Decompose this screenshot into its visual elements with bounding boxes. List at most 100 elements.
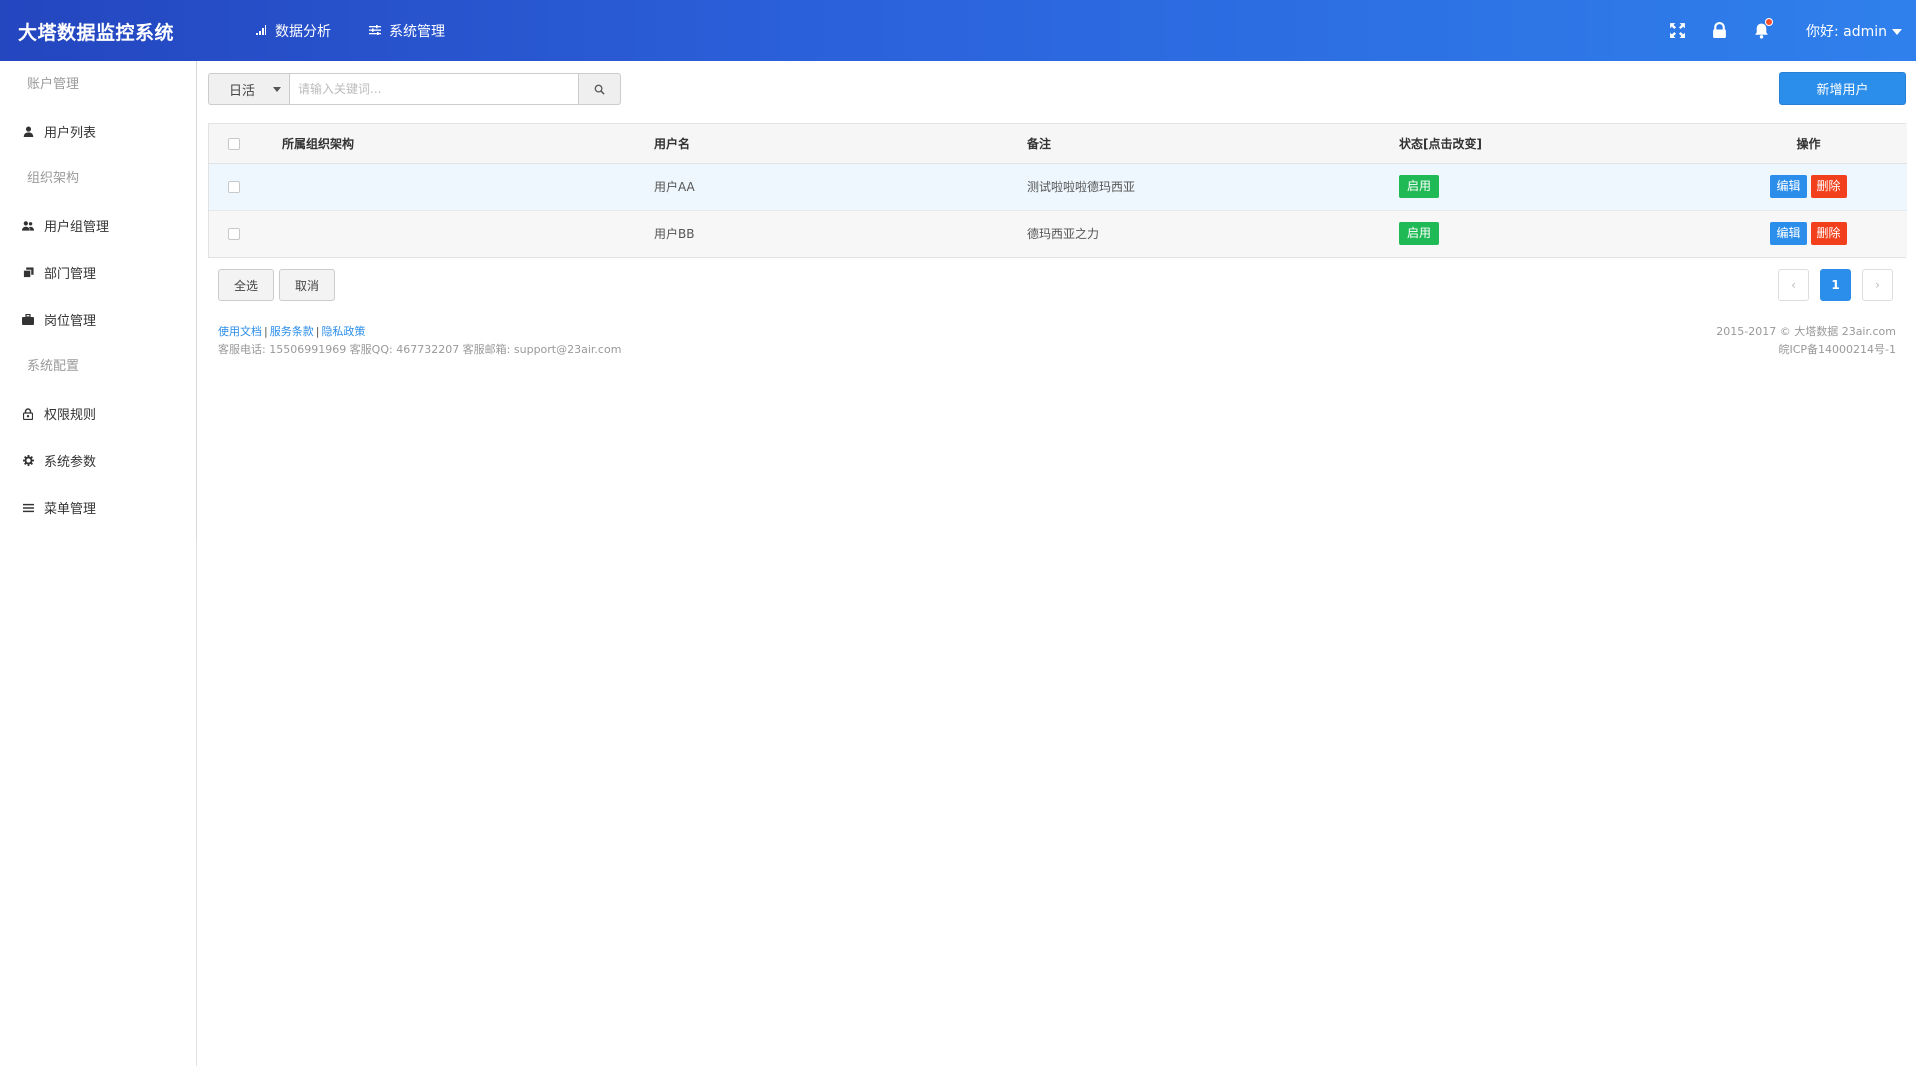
- table-row: 用户BB 德玛西亚之力 启用 编辑 删除: [209, 210, 1907, 257]
- user-icon: [22, 126, 34, 138]
- note-cell: 德玛西亚之力: [1027, 210, 1399, 257]
- header-actions: 你好: admin: [1646, 0, 1902, 61]
- table-header-row: 所属组织架构 用户名 备注 状态[点击改变] 操作: [209, 124, 1907, 164]
- lock-icon[interactable]: [1710, 21, 1730, 41]
- footer-contact: 客服电话: 15506991969 客服QQ: 467732207 客服邮箱: …: [218, 343, 622, 356]
- sidebar-item-label: 岗位管理: [44, 314, 97, 329]
- edit-button[interactable]: 编辑: [1770, 175, 1807, 198]
- user-greeting: 你好: admin: [1805, 23, 1887, 40]
- prev-page-button[interactable]: ‹: [1778, 269, 1809, 301]
- sidebar-item-label: 用户组管理: [44, 220, 110, 235]
- sidebar-item-system-params[interactable]: 系统参数: [0, 437, 196, 484]
- sidebar-item-user-list[interactable]: 用户列表: [0, 108, 196, 155]
- footer-right: 2015-2017 © 大塔数据 23air.com 皖ICP备14000214…: [1716, 323, 1896, 359]
- search-icon: [594, 84, 605, 95]
- sliders-icon: [369, 24, 381, 38]
- username-cell: 用户AA: [654, 163, 1027, 211]
- topnav-item-system-management[interactable]: 系统管理: [369, 21, 445, 41]
- column-header: 所属组织架构: [282, 124, 654, 164]
- pagination: ‹ 1 ›: [1778, 269, 1893, 301]
- user-table: 所属组织架构 用户名 备注 状态[点击改变] 操作 用户AA 测试啦啦啦德玛西亚…: [208, 123, 1907, 258]
- footer-link-terms[interactable]: 服务条款: [270, 325, 314, 338]
- header-checkbox-cell: [209, 124, 282, 164]
- sidebar-item-label: 系统参数: [44, 455, 97, 470]
- sidebar-divider: [196, 61, 197, 541]
- gear-icon: [22, 455, 34, 467]
- sidebar-group-title: 组织架构: [27, 171, 80, 186]
- sidebar-item-label: 菜单管理: [44, 502, 97, 517]
- top-header: 大塔数据监控系统 数据分析 系统管理 你好: admin: [0, 0, 1916, 61]
- search-button[interactable]: [579, 73, 621, 105]
- actions-cell: 编辑 删除: [1710, 163, 1907, 211]
- lock-icon: [22, 407, 34, 420]
- footer-link-docs[interactable]: 使用文档: [218, 325, 262, 338]
- sidebar-item-label: 用户列表: [44, 126, 97, 141]
- briefcase-icon: [22, 314, 34, 326]
- page-button-current[interactable]: 1: [1820, 269, 1851, 301]
- delete-button[interactable]: 删除: [1810, 222, 1847, 246]
- chevron-down-icon: [273, 87, 281, 92]
- notification-dot: [1764, 17, 1773, 26]
- bar-chart-icon: [255, 24, 267, 38]
- select-all-button[interactable]: 全选: [218, 269, 275, 301]
- topnav-label: 系统管理: [389, 24, 445, 40]
- column-header: 用户名: [654, 124, 1027, 164]
- cancel-selection-button[interactable]: 取消: [279, 269, 336, 301]
- sidebar-group-title: 账户管理: [27, 77, 80, 92]
- link-separator: |: [264, 325, 268, 338]
- app-title: 大塔数据监控系统: [18, 22, 175, 44]
- search-type-value: 日活: [229, 83, 256, 99]
- next-page-button[interactable]: ›: [1862, 269, 1893, 301]
- row-checkbox-cell: [209, 163, 282, 211]
- sidebar-item-position[interactable]: 岗位管理: [0, 296, 196, 343]
- status-cell: 启用: [1399, 210, 1710, 257]
- sidebar-item-permissions[interactable]: 权限规则: [0, 390, 196, 437]
- note-cell: 测试啦啦啦德玛西亚: [1027, 163, 1399, 211]
- column-header: 状态[点击改变]: [1399, 124, 1710, 164]
- footer-link-privacy[interactable]: 隐私政策: [321, 325, 365, 338]
- status-cell: 启用: [1399, 163, 1710, 211]
- topnav-item-data-analysis[interactable]: 数据分析: [255, 21, 331, 41]
- username-cell: 用户BB: [654, 210, 1027, 257]
- copy-icon: [22, 267, 34, 279]
- search-input[interactable]: [289, 73, 579, 105]
- chevron-down-icon: [1892, 28, 1902, 35]
- link-separator: |: [315, 325, 320, 338]
- row-checkbox[interactable]: [228, 228, 240, 241]
- footer-icp: 皖ICP备14000214号-1: [1778, 343, 1896, 356]
- select-all-checkbox[interactable]: [228, 137, 240, 150]
- topnav-label: 数据分析: [275, 24, 331, 40]
- search-type-select[interactable]: 日活: [208, 73, 289, 105]
- bell-icon[interactable]: [1752, 17, 1773, 41]
- search-bar: 日活: [208, 73, 621, 105]
- fullscreen-icon[interactable]: [1668, 21, 1688, 41]
- add-user-button[interactable]: 新增用户: [1779, 72, 1906, 105]
- sidebar-item-label: 权限规则: [44, 408, 97, 423]
- actions-cell: 编辑 删除: [1710, 210, 1907, 257]
- sidebar-item-department[interactable]: 部门管理: [0, 249, 196, 296]
- footer-links: 使用文档 | 服务条款 | 隐私政策: [218, 323, 621, 341]
- footer-left: 使用文档 | 服务条款 | 隐私政策 客服电话: 15506991969 客服QQ: 4…: [218, 323, 621, 359]
- row-checkbox[interactable]: [228, 181, 240, 193]
- sidebar-item-user-group[interactable]: 用户组管理: [0, 202, 196, 249]
- column-header: 备注: [1027, 124, 1399, 164]
- table-row: 用户AA 测试啦啦啦德玛西亚 启用 编辑 删除: [209, 163, 1907, 211]
- sidebar-item-menu-management[interactable]: 菜单管理: [0, 484, 196, 531]
- sidebar-group-title: 系统配置: [27, 359, 80, 374]
- status-toggle-badge[interactable]: 启用: [1399, 222, 1440, 246]
- top-nav: 数据分析 系统管理: [255, 21, 445, 41]
- bulk-actions: 全选 取消: [218, 269, 336, 301]
- delete-button[interactable]: 删除: [1810, 175, 1847, 198]
- edit-button[interactable]: 编辑: [1770, 222, 1807, 246]
- user-menu[interactable]: 你好: admin: [1806, 21, 1902, 41]
- org-cell: [282, 210, 654, 257]
- row-checkbox-cell: [209, 210, 282, 257]
- column-header: 操作: [1710, 124, 1907, 164]
- footer-copyright: 2015-2017 © 大塔数据 23air.com: [1716, 325, 1896, 338]
- org-cell: [282, 163, 654, 211]
- users-icon: [22, 220, 34, 232]
- sidebar-item-label: 部门管理: [44, 267, 97, 282]
- sidebar: 账户管理 用户列表 组织架构 用户组管理 部门管理 岗位管理 系统配置 权限规则: [0, 61, 197, 1066]
- menu-icon: [22, 502, 34, 514]
- status-toggle-badge[interactable]: 启用: [1399, 175, 1440, 198]
